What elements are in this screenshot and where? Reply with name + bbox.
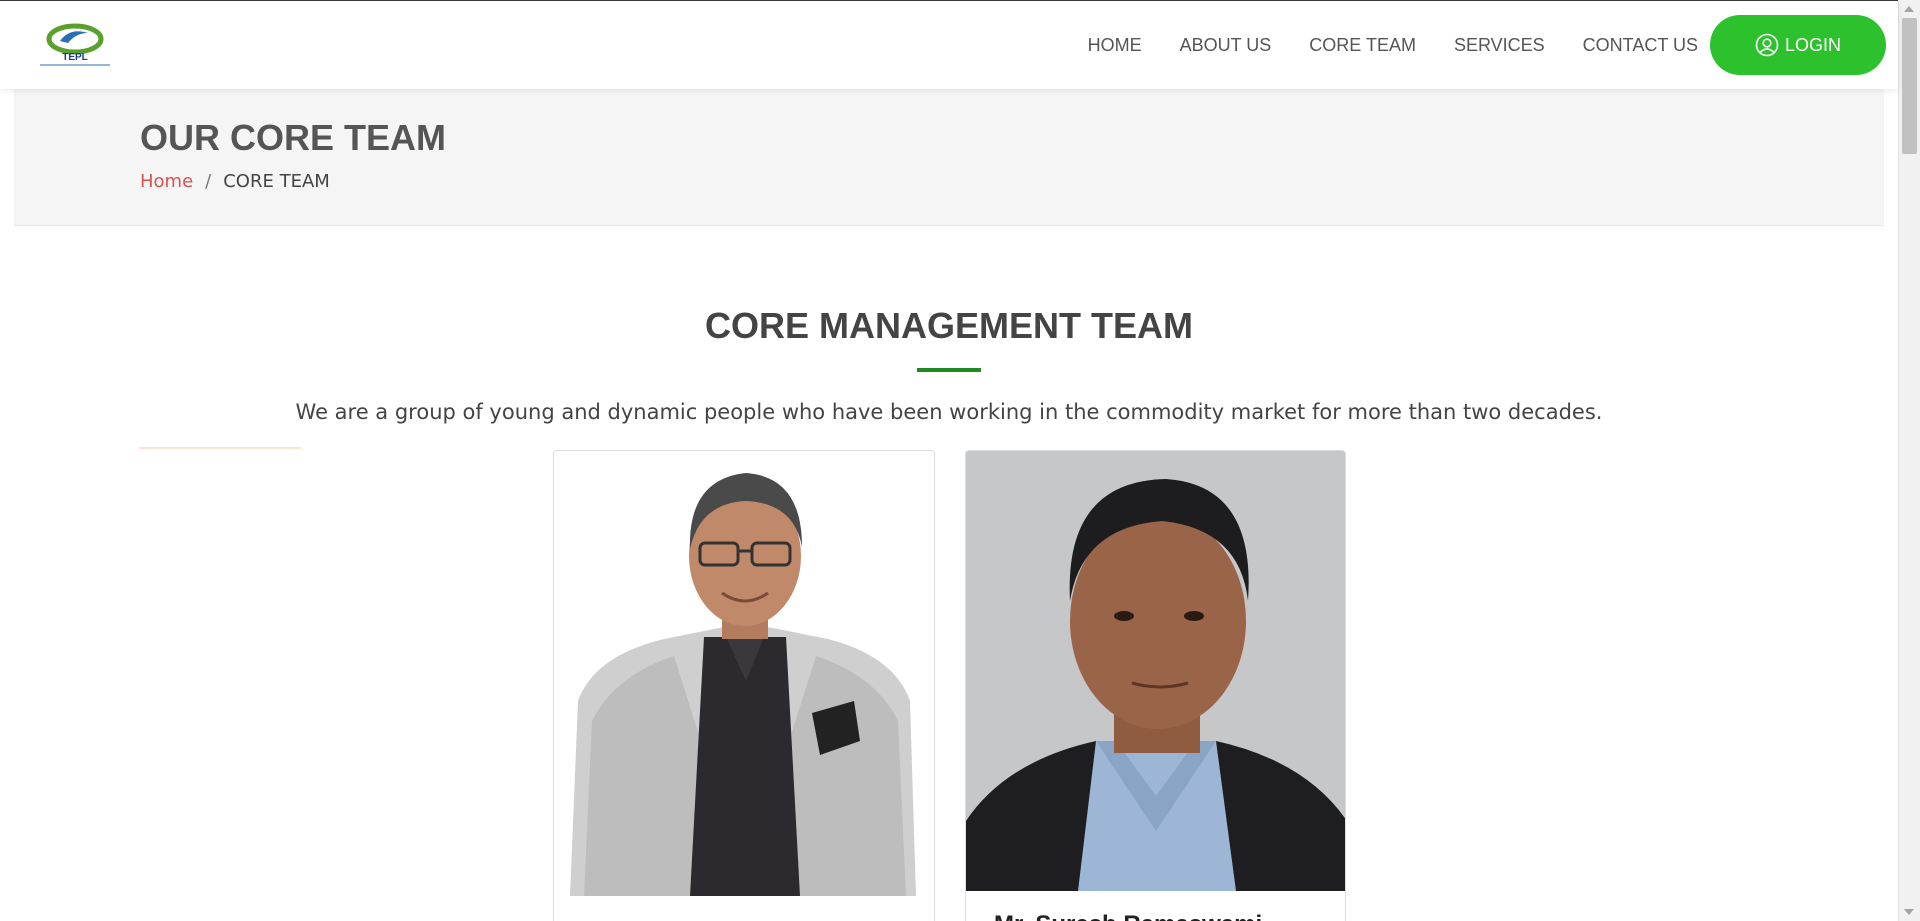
nav-home[interactable]: HOME xyxy=(1088,35,1142,56)
user-circle-icon xyxy=(1755,33,1779,57)
svg-text:TEPL: TEPL xyxy=(62,52,88,63)
section-description: We are a group of young and dynamic peop… xyxy=(295,400,1603,424)
portrait-man-dark-suit-image xyxy=(966,451,1345,891)
page-scrollbar[interactable] xyxy=(1898,0,1920,921)
portrait-man-grey-blazer-image xyxy=(554,451,934,896)
team-card[interactable] xyxy=(553,450,935,921)
nav-core-team[interactable]: CORE TEAM xyxy=(1309,35,1416,56)
breadcrumb-current: CORE TEAM xyxy=(223,171,330,192)
site-header: TEPL HOME ABOUT US CORE TEAM SERVICES CO… xyxy=(0,1,1898,89)
main-nav: HOME ABOUT US CORE TEAM SERVICES CONTACT… xyxy=(1050,1,1898,89)
breadcrumb-separator: / xyxy=(205,171,212,192)
brand-logo[interactable]: TEPL xyxy=(36,23,114,69)
logo-icon: TEPL xyxy=(40,23,110,66)
team-member-photo xyxy=(554,451,934,896)
breadcrumb: Home / CORE TEAM xyxy=(140,171,330,192)
login-label: LOGIN xyxy=(1784,34,1841,55)
page-title: OUR CORE TEAM xyxy=(140,117,446,158)
page-banner: OUR CORE TEAM Home / CORE TEAM xyxy=(14,89,1884,226)
scroll-down-arrow-icon[interactable] xyxy=(1904,909,1914,915)
team-card[interactable]: Mr. Suresh Ramaswami xyxy=(965,450,1346,921)
nav-about-us[interactable]: ABOUT US xyxy=(1180,35,1272,56)
decorative-line xyxy=(139,447,301,449)
team-member-photo xyxy=(966,451,1345,891)
title-underline xyxy=(917,368,981,372)
breadcrumb-home-link[interactable]: Home xyxy=(140,171,193,192)
section-title: CORE MANAGEMENT TEAM xyxy=(705,305,1193,346)
team-member-name: Mr. Suresh Ramaswami xyxy=(994,911,1262,921)
nav-services[interactable]: SERVICES xyxy=(1454,35,1545,56)
login-button[interactable]: LOGIN xyxy=(1710,15,1886,75)
nav-contact-us[interactable]: CONTACT US xyxy=(1583,35,1698,56)
scroll-thumb[interactable] xyxy=(1902,18,1917,154)
scroll-up-arrow-icon[interactable] xyxy=(1904,6,1914,12)
